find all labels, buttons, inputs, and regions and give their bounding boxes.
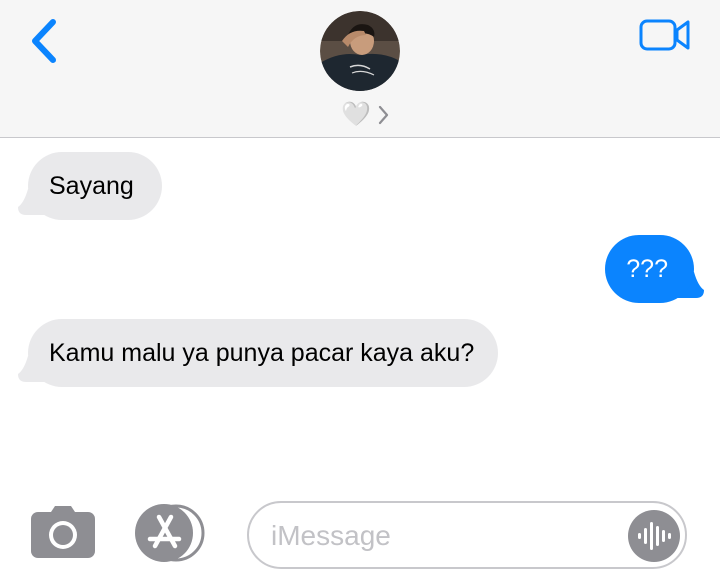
contact-avatar[interactable] — [320, 11, 400, 91]
back-chevron-icon[interactable] — [26, 16, 66, 66]
message-bubble: Kamu malu ya punya pacar kaya aku? — [28, 319, 499, 387]
contact-info-button[interactable]: 🤍 — [0, 100, 720, 130]
app-store-icon[interactable] — [134, 504, 208, 562]
message-thread: Sayang ??? Kamu malu ya punya pacar kaya… — [0, 139, 720, 489]
received-message[interactable]: Kamu malu ya punya pacar kaya aku? — [18, 319, 499, 387]
message-compose-field[interactable] — [247, 501, 687, 569]
sent-message[interactable]: ??? — [605, 235, 704, 303]
message-input[interactable] — [271, 517, 611, 555]
audio-waveform-icon[interactable] — [628, 510, 680, 562]
received-message[interactable]: Sayang — [18, 152, 162, 220]
camera-icon[interactable] — [31, 504, 95, 558]
contact-name: 🤍 — [341, 101, 371, 128]
chevron-right-icon — [378, 105, 389, 125]
conversation-header: 🤍 — [0, 0, 720, 138]
video-call-icon[interactable] — [638, 16, 692, 54]
message-bubble: Sayang — [28, 152, 162, 220]
message-bubble: ??? — [605, 235, 694, 303]
